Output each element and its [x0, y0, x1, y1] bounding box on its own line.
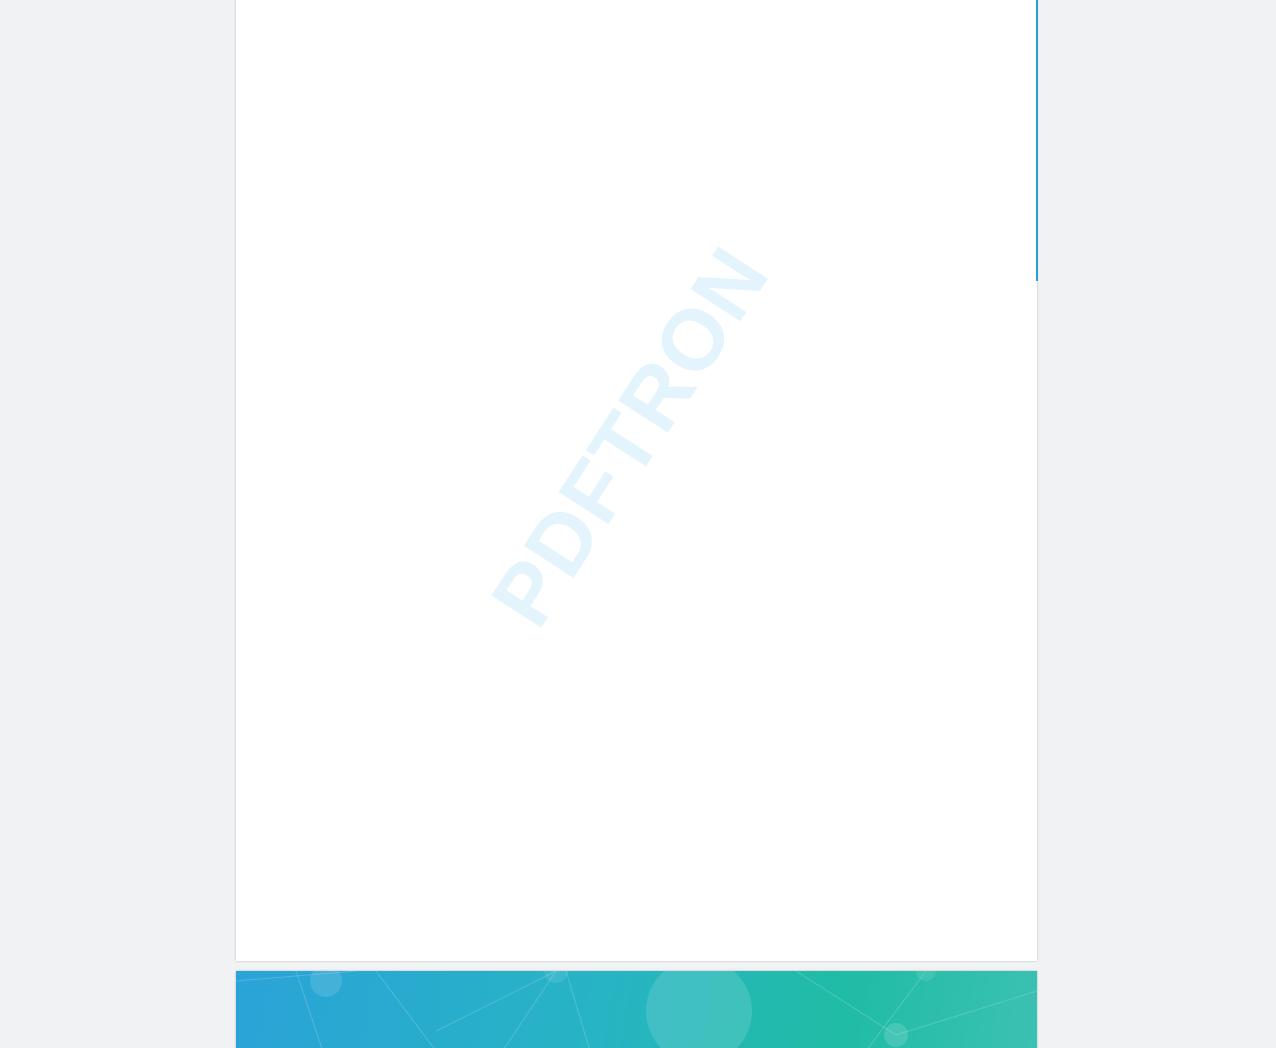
page-2-decorative-background [236, 971, 1037, 1048]
document-page-2[interactable] [236, 971, 1037, 1048]
document-viewer[interactable]: PDFTRON [0, 0, 1276, 1048]
scroll-indicator[interactable] [1036, 0, 1038, 281]
watermark-text: PDFTRON [473, 230, 788, 643]
document-page-1[interactable]: PDFTRON [236, 0, 1037, 961]
watermark: PDFTRON [473, 230, 788, 643]
